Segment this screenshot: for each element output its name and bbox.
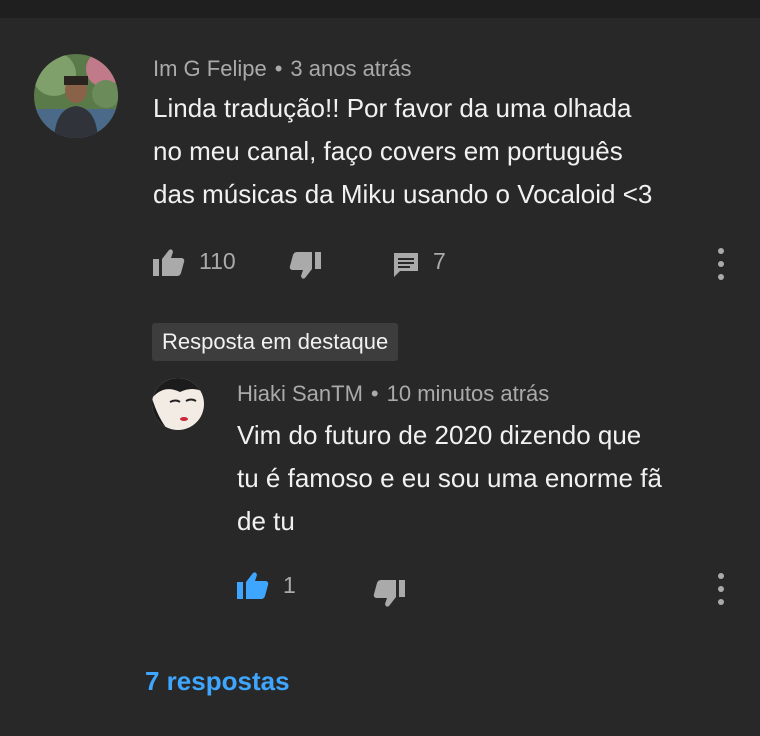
top-bar [0,0,760,18]
reply-avatar[interactable] [152,378,204,430]
more-vertical-icon [718,248,724,254]
thumb-down-icon [289,252,321,279]
reply-like-button[interactable] [237,571,269,599]
reply-text: Vim do futuro de 2020 dizendo que tu é f… [237,414,737,543]
comment-more-menu[interactable] [714,248,728,280]
reply-like-count: 1 [283,572,296,598]
meta-separator: • [274,56,283,81]
thumb-down-icon [373,580,405,607]
comment-author[interactable]: Im G Felipe [153,56,267,81]
reply-line: Vim do futuro de 2020 dizendo que [237,420,642,450]
comment-line: no meu canal, faço covers em português [153,136,623,166]
reply-more-menu[interactable] [714,573,728,605]
reply-time[interactable]: 10 minutos atrás [387,381,550,406]
comment-line: das músicas da Miku usando o Vocaloid <3 [153,179,653,209]
reply-line: tu é famoso e eu sou uma enorme fã [237,463,662,493]
thumb-up-icon [237,572,269,599]
thumb-up-icon [153,249,185,276]
like-button[interactable] [153,248,185,276]
reply-meta: Hiaki SanTM • 10 minutos atrás [237,381,549,407]
reply-count: 7 [433,248,446,274]
reply-dislike-button[interactable] [373,580,405,608]
comment-text: Linda tradução!! Por favor da uma olhada… [153,87,743,216]
meta-separator: • [370,381,379,406]
comment-line: Linda tradução!! Por favor da uma olhada [153,93,632,123]
like-count: 110 [199,248,236,274]
reply-button[interactable] [392,251,420,279]
reply-author[interactable]: Hiaki SanTM [237,381,363,406]
dislike-button[interactable] [289,252,321,280]
comment-icon [394,253,418,277]
comment-meta: Im G Felipe • 3 anos atrás [153,56,411,82]
view-replies-link[interactable]: 7 respostas [145,666,290,697]
more-vertical-icon [718,573,724,579]
highlighted-reply-badge: Resposta em destaque [152,323,399,361]
comment-time[interactable]: 3 anos atrás [290,56,411,81]
commenter-avatar[interactable] [34,54,118,138]
reply-line: de tu [237,506,295,536]
